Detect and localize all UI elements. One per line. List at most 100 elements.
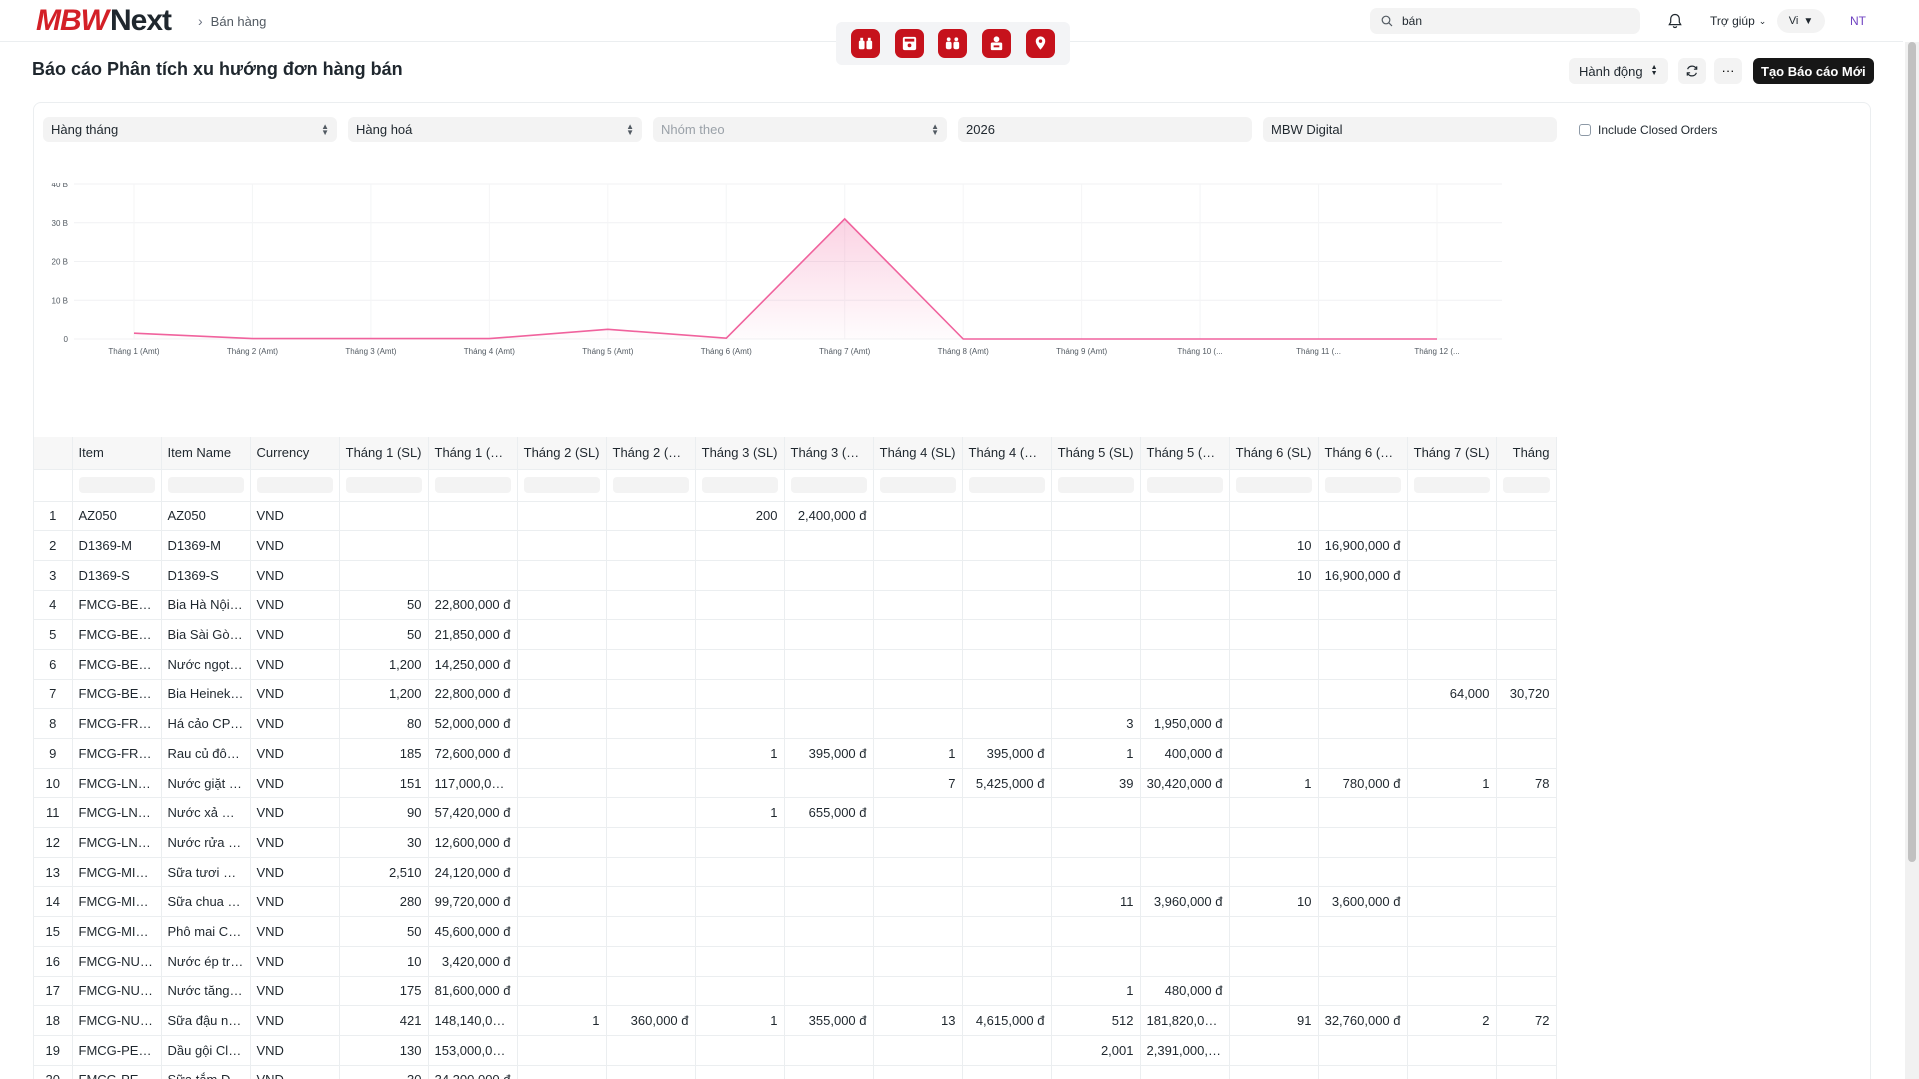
search-bar[interactable] (1370, 8, 1640, 34)
table-row[interactable]: 1 AZ050 AZ050 VND 200 2,400,000 đ (34, 501, 1557, 532)
table-cell[interactable] (784, 916, 874, 947)
table-cell[interactable] (517, 886, 607, 918)
based-on-select[interactable]: Hàng hoá ▲ ▼ (348, 117, 642, 142)
column-header[interactable]: Tháng 4 (Amt) (962, 437, 1052, 470)
table-cell[interactable] (1229, 649, 1319, 680)
table-cell[interactable] (1318, 797, 1408, 829)
table-cell[interactable] (1496, 649, 1557, 680)
table-cell[interactable] (339, 560, 429, 591)
table-cell[interactable]: 80 (339, 708, 429, 739)
table-cell[interactable] (873, 649, 963, 680)
table-cell[interactable] (1229, 946, 1319, 977)
table-cell[interactable]: FMCG-MILK-... (72, 857, 162, 888)
scrollbar-thumb[interactable] (1908, 42, 1916, 862)
table-cell[interactable] (517, 827, 607, 858)
table-cell[interactable]: 50 (339, 619, 429, 650)
table-cell[interactable] (606, 679, 696, 710)
table-cell[interactable] (695, 708, 785, 739)
table-cell[interactable] (1229, 679, 1319, 710)
table-cell[interactable]: FMCG-BEV-... (72, 679, 162, 710)
table-cell[interactable] (606, 738, 696, 769)
table-cell[interactable] (1318, 916, 1408, 947)
table-row[interactable]: 2 D1369-M D1369-M VND 10 16,900,000 đ (34, 530, 1557, 561)
table-cell[interactable]: 57,420,000 đ (428, 797, 518, 829)
table-cell[interactable] (695, 1035, 785, 1066)
table-cell[interactable] (1229, 916, 1319, 947)
table-cell[interactable] (1496, 560, 1557, 591)
table-cell[interactable] (873, 946, 963, 977)
table-cell[interactable] (1407, 590, 1497, 621)
table-cell[interactable]: Bia Heineken ... (161, 679, 251, 710)
invoice-icon[interactable] (894, 29, 924, 58)
table-cell[interactable] (695, 590, 785, 621)
table-cell[interactable]: 200 (695, 501, 785, 532)
column-filter-input[interactable] (1318, 469, 1408, 502)
table-cell[interactable] (606, 501, 696, 532)
table-cell[interactable] (873, 1065, 963, 1079)
table-cell[interactable] (606, 946, 696, 977)
table-cell[interactable] (1140, 649, 1230, 680)
table-cell[interactable] (962, 886, 1052, 918)
table-cell[interactable] (606, 797, 696, 829)
table-cell[interactable] (1051, 619, 1141, 650)
table-cell[interactable] (1051, 946, 1141, 977)
company-input[interactable]: MBW Digital (1263, 117, 1557, 142)
checkbox-box[interactable] (1579, 123, 1591, 136)
table-cell[interactable]: Sữa tắm Dove... (161, 1065, 251, 1079)
table-cell[interactable]: FMCG-BEV-... (72, 590, 162, 621)
table-cell[interactable]: FMCG-FRZ-0... (72, 708, 162, 739)
table-cell[interactable] (962, 649, 1052, 680)
table-cell[interactable]: FMCG-BEV-... (72, 649, 162, 680)
table-row[interactable]: 14FMCG-MILK-...Sữa chua uốn...VND28099,7… (34, 886, 1557, 918)
table-cell[interactable]: 34,200,000 đ (428, 1065, 518, 1079)
table-cell[interactable] (695, 679, 785, 710)
table-cell[interactable]: 655,000 đ (784, 797, 874, 829)
table-cell[interactable]: 395,000 đ (784, 738, 874, 769)
table-cell[interactable]: VND (250, 916, 340, 947)
table-cell[interactable] (517, 976, 607, 1007)
table-cell[interactable] (1140, 797, 1230, 829)
table-cell[interactable] (1407, 619, 1497, 650)
table-cell[interactable] (784, 530, 874, 561)
table-cell[interactable] (1407, 738, 1497, 769)
table-cell[interactable]: AZ050 (161, 501, 251, 532)
table-cell[interactable] (1051, 590, 1141, 621)
table-cell[interactable]: 13 (873, 1005, 963, 1036)
table-cell[interactable] (695, 619, 785, 650)
table-cell[interactable]: VND (250, 768, 340, 799)
table-cell[interactable]: 22,800,000 đ (428, 590, 518, 621)
table-cell[interactable] (606, 1065, 696, 1079)
table-cell[interactable] (695, 827, 785, 858)
table-cell[interactable]: 1 (1407, 768, 1497, 799)
table-cell[interactable] (1496, 976, 1557, 1007)
table-cell[interactable] (1407, 797, 1497, 829)
table-cell[interactable]: 1 (695, 1005, 785, 1036)
column-filter-field[interactable] (345, 477, 422, 493)
table-cell[interactable] (962, 827, 1052, 858)
table-row[interactable]: 20FMCG-PERS-...Sữa tắm Dove...VND3034,20… (34, 1065, 1557, 1079)
table-row[interactable]: 5 FMCG-BEV-... Bia Sài Gòn 3... VND 50 21,850… (34, 619, 1557, 650)
table-cell[interactable] (695, 649, 785, 680)
column-filter-field[interactable] (1235, 477, 1312, 493)
table-cell[interactable] (1229, 708, 1319, 739)
table-cell[interactable] (873, 560, 963, 591)
table-row[interactable]: 3 D1369-S D1369-S VND 10 16,900,000 đ (34, 560, 1557, 591)
page-scrollbar[interactable] (1905, 42, 1919, 1079)
column-header[interactable]: Tháng 1 (Amt) (428, 437, 518, 470)
table-cell[interactable] (517, 560, 607, 591)
table-cell[interactable] (873, 976, 963, 1007)
table-cell[interactable] (873, 708, 963, 739)
table-cell[interactable] (962, 1065, 1052, 1079)
refresh-button[interactable] (1678, 58, 1706, 84)
table-cell[interactable]: 2,001 (1051, 1035, 1141, 1066)
table-cell[interactable] (1407, 708, 1497, 739)
table-cell[interactable] (1407, 501, 1497, 532)
table-cell[interactable]: 11 (1051, 886, 1141, 918)
table-cell[interactable] (428, 560, 518, 591)
table-cell[interactable]: 4,615,000 đ (962, 1005, 1052, 1036)
table-cell[interactable] (962, 946, 1052, 977)
table-cell[interactable] (695, 768, 785, 799)
table-row[interactable]: 13FMCG-MILK-...Sữa tươi Vina...VND2,5102… (34, 857, 1557, 888)
table-cell[interactable] (962, 976, 1052, 1007)
table-cell[interactable]: 1 (517, 1005, 607, 1036)
